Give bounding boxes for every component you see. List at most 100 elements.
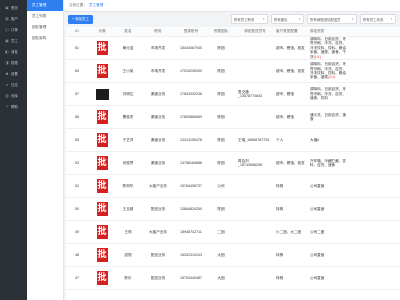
rail-item-6[interactable]: ✱ 设置 (0, 68, 27, 79)
avatar: 批 (96, 41, 108, 55)
avatar-cell: 批 (88, 133, 116, 147)
rail-item-4[interactable]: ◧ 消息 (0, 46, 27, 57)
avatar-cell: 批 (88, 179, 116, 193)
qualifications: 调味料、日用百货、牙膏牙刷、冷冻、百货、冷冻饮料、饮料、粮油米面、酒类(1/1) (308, 62, 350, 80)
icon-rail: ▣ 首页 ▤ 客户 ◫ 订单 ▦ 员工 ◧ 消息 ◨ 权限 ✱ 设置 ≡ 日志 ▥ 仓库? 帮助 (0, 0, 27, 300)
employee-title: 配送业务 (150, 275, 166, 280)
qualifications: 公司直营 (308, 184, 350, 188)
avatar: 批 (96, 133, 108, 147)
employee-id: 50 (75, 206, 79, 211)
column-header: 所属团队 (213, 29, 229, 34)
employee-table: ID 头像 姓名 职务 登录账号 所属团队 绑定配送员号 客户类型配置 绑定资质… (66, 27, 400, 300)
employee-id: 61 (75, 45, 79, 50)
employee-team: 二团 (217, 229, 225, 234)
filter-sales-team[interactable]: 所有销售团队配送员 ▼ (307, 14, 357, 24)
employee-name: 曹俊杰 (122, 114, 134, 119)
rail-item-3[interactable]: ▦ 员工 (0, 35, 27, 46)
qualifications: 公司直营 (308, 276, 350, 280)
employee-phone: 15443487040 (180, 45, 202, 50)
rail-item-label: 权限 (11, 61, 18, 65)
qualifications-count: (1/1) (313, 54, 321, 59)
table-row: 56 批 曹俊杰 渠道业务 17853866069 陈团 超市、餐馆 通义关、日用百货、速食 (66, 106, 400, 129)
filter-team-value: 所有团队 (274, 17, 288, 22)
employee-id: 52 (75, 183, 79, 188)
gear-icon: ✱ (5, 71, 9, 76)
rail-item-label: 订单 (11, 28, 18, 32)
sub-menu-item-2[interactable]: 团队管理 (27, 22, 63, 33)
table-row: 57 刘明达 渠道业务 17833332238 陈团 鲁交通_13578774843 超市、… (66, 83, 400, 106)
rail-item-label: 客户 (11, 17, 18, 21)
sub-menu-item-1[interactable]: 员工列表 (27, 11, 63, 22)
chevron-down-icon: ▼ (262, 17, 265, 21)
avatar-cell: 批 (88, 202, 116, 216)
employee-team: 大团 (217, 252, 225, 257)
employee-phone: 18704440487 (180, 275, 202, 280)
qualifications-text: 公司直营 (310, 252, 325, 257)
table-row: 60 批 王小英 市场开发 17515230000 陈团 超市、餐馆、批发 调味料、日用百货、… (66, 60, 400, 83)
add-employee-button[interactable]: + 添加员工 (68, 14, 94, 24)
filter-role[interactable]: 所有员工职务 ▼ (231, 14, 268, 24)
rail-item-5[interactable]: ◨ 权限 (0, 57, 27, 68)
chart-icon: ◫ (5, 27, 9, 32)
employee-id: 47 (75, 275, 79, 280)
customer-types: 超市、餐馆 (276, 91, 294, 96)
employee-id: 48 (75, 252, 79, 257)
bound-courier: 鲁交通_13578774843 (238, 89, 262, 98)
column-header: 头像 (98, 29, 106, 34)
filter-team[interactable]: 所有团队 ▼ (271, 14, 304, 24)
employee-team: 公司 (217, 183, 225, 188)
employee-title: 配送业务 (150, 206, 166, 211)
sub-menu-item-3[interactable]: 团队架构 (27, 33, 63, 44)
qualifications-text: 公司直营 (310, 183, 325, 188)
customer-types: 超市、餐馆 (276, 114, 294, 119)
rail-item-8[interactable]: ▥ 仓库 (0, 90, 27, 101)
breadcrumb-current[interactable]: 员工管理 (89, 3, 103, 8)
rail-item-label: 仓库 (11, 94, 18, 98)
qualifications: 调味料、日用百货、牙膏牙刷、冷冻、百货、速食、饮料 (308, 87, 350, 100)
employee-id: 53 (75, 160, 79, 165)
table-row: 50 批 王旦超 配送业务 13864824250 陈团 特殊 公司直营 (66, 198, 400, 221)
customer-types: 特殊 (276, 206, 284, 211)
employee-name: 黄元浩 (122, 45, 134, 50)
employee-id: 55 (75, 137, 79, 142)
table-row: 52 批 陈柯华 大客户业务 15764495737 公司 特殊 公司直营 (66, 175, 400, 198)
users-icon: ▦ (5, 38, 9, 43)
avatar-cell: 批 (88, 271, 116, 285)
filter-status-value: 所有员工状态 (363, 17, 384, 22)
filter-status[interactable]: 所有员工状态 ▼ (360, 14, 396, 24)
bound-courier: 再会刘_18743066295 (238, 158, 262, 167)
bell-icon: ◧ (5, 49, 9, 54)
employee-id: 57 (75, 91, 79, 96)
customer-types: 特殊 (276, 252, 284, 257)
rail-item-1[interactable]: ▤ 客户 (0, 13, 27, 24)
qualifications-text: 通义关、日用百货、速食 (310, 112, 346, 121)
rail-item-label: 消息 (11, 50, 18, 54)
rail-item-9[interactable]: ? 帮助 (0, 101, 27, 112)
employee-phone: 17833332238 (180, 91, 202, 96)
employee-name: 刘明达 (122, 91, 134, 96)
qualifications-text: 汽车箱、冷藏贮藏、饮料、百货、速食 (310, 158, 346, 167)
rail-item-0[interactable]: ▣ 首页 (0, 2, 27, 13)
employee-phone: 17515230000 (180, 68, 202, 73)
rail-item-2[interactable]: ◫ 订单 (0, 24, 27, 35)
employee-name: 王小英 (122, 68, 134, 73)
employee-title: 渠道业务 (150, 91, 166, 96)
avatar: 批 (96, 64, 108, 78)
employee-phone: 17853866069 (180, 114, 202, 119)
table-row: 47 批 陈乐 配送业务 18704440487 大团 特殊 公司直营 (66, 267, 400, 290)
employee-title: 市场开发 (150, 45, 166, 50)
qualifications-text: 公司二团 (310, 229, 325, 234)
employee-phone: 13864824250 (180, 206, 202, 211)
column-header: 登录账号 (183, 29, 199, 34)
employee-name: 陈乐 (124, 275, 132, 280)
rail-item-label: 首页 (11, 6, 18, 10)
sub-menu-item-0[interactable]: 员工管理 (27, 0, 63, 11)
avatar: 批 (96, 179, 108, 193)
employee-name: 何俊誉 (122, 160, 134, 165)
employee-name: 于艺洋 (122, 137, 134, 142)
customer-types: 特殊 (276, 275, 284, 280)
employee-team: 大团 (217, 275, 225, 280)
rail-item-7[interactable]: ≡ 日志 (0, 79, 27, 90)
avatar: 批 (96, 156, 108, 170)
avatar-cell: 批 (88, 225, 116, 239)
